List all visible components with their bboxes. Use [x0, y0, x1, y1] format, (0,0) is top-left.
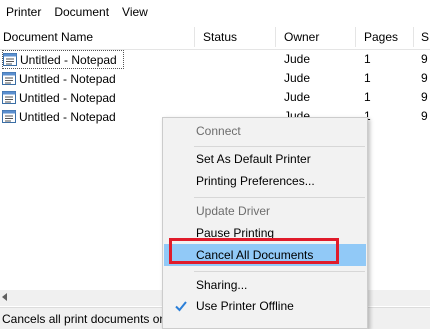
- column-divider[interactable]: [355, 27, 356, 47]
- document-icon: [2, 91, 16, 104]
- table-row[interactable]: Untitled - Notepad Jude 1 9: [0, 89, 430, 108]
- menu-separator: [194, 271, 365, 272]
- column-status[interactable]: Status: [203, 25, 237, 49]
- menu-item-sharing[interactable]: Sharing...: [164, 274, 366, 296]
- document-name-cell[interactable]: Untitled - Notepad: [2, 108, 122, 125]
- table-row[interactable]: Untitled - Notepad Jude 1 9: [0, 50, 430, 70]
- column-owner[interactable]: Owner: [284, 25, 319, 49]
- owner-cell: Jude: [284, 90, 311, 104]
- size-cell: 9: [421, 71, 428, 85]
- document-name: Untitled - Notepad: [19, 90, 116, 105]
- menu-document[interactable]: Document: [48, 5, 116, 19]
- owner-cell: Jude: [284, 52, 311, 66]
- pages-cell: 1: [364, 90, 371, 104]
- document-name-cell[interactable]: Untitled - Notepad: [2, 50, 124, 69]
- menu-item-connect[interactable]: Connect: [164, 120, 366, 142]
- pages-cell: 1: [364, 52, 371, 66]
- column-size[interactable]: S: [421, 25, 429, 49]
- size-cell: 9: [421, 109, 428, 123]
- column-header: Document Name Status Owner Pages S: [0, 25, 430, 50]
- status-text: Cancels all print documents on: [2, 312, 167, 326]
- document-name-cell[interactable]: Untitled - Notepad: [2, 89, 122, 106]
- owner-cell: Jude: [284, 71, 311, 85]
- menu-view[interactable]: View: [116, 5, 155, 19]
- menu-separator: [194, 146, 365, 147]
- menu-item-set-default-printer[interactable]: Set As Default Printer: [164, 148, 366, 170]
- document-name: Untitled - Notepad: [20, 52, 117, 67]
- highlight-annotation-box: [169, 238, 339, 264]
- column-divider[interactable]: [275, 27, 276, 47]
- document-name: Untitled - Notepad: [19, 71, 116, 86]
- document-name-cell[interactable]: Untitled - Notepad: [2, 70, 122, 87]
- table-row[interactable]: Untitled - Notepad Jude 1 9: [0, 70, 430, 89]
- menu-item-update-driver[interactable]: Update Driver: [164, 200, 366, 222]
- menu-separator: [194, 197, 365, 198]
- context-menu: Connect Set As Default Printer Printing …: [162, 117, 368, 329]
- document-icon: [2, 110, 16, 123]
- column-divider[interactable]: [194, 27, 195, 47]
- document-name: Untitled - Notepad: [19, 109, 116, 124]
- document-icon: [2, 72, 16, 85]
- menu-item-printing-preferences[interactable]: Printing Preferences...: [164, 170, 366, 192]
- checkmark-icon: [175, 301, 187, 312]
- document-icon: [3, 53, 17, 66]
- menu-item-use-printer-offline[interactable]: Use Printer Offline: [164, 295, 366, 317]
- column-divider[interactable]: [413, 27, 414, 47]
- column-pages[interactable]: Pages: [364, 25, 398, 49]
- size-cell: 9: [421, 52, 428, 66]
- pages-cell: 1: [364, 71, 371, 85]
- menu-printer[interactable]: Printer: [0, 5, 48, 19]
- menu-item-label: Use Printer Offline: [196, 299, 294, 313]
- column-document-name[interactable]: Document Name: [3, 25, 93, 49]
- menu-bar: Printer Document View: [0, 0, 430, 24]
- size-cell: 9: [421, 90, 428, 104]
- scroll-left-arrow-icon[interactable]: [2, 293, 7, 301]
